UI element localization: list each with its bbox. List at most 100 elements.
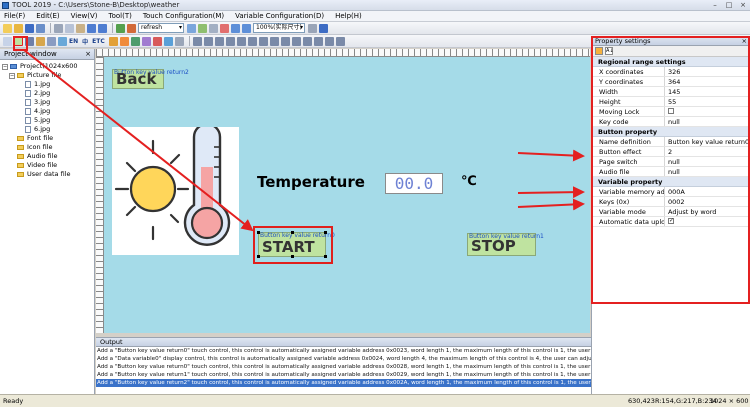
tree-item-picture[interactable]: 3.jpg — [0, 98, 94, 107]
align-top-icon[interactable] — [225, 36, 235, 46]
save-all-icon[interactable] — [36, 23, 45, 33]
rtc-icon[interactable] — [108, 36, 118, 46]
align-bottom-icon[interactable] — [247, 36, 257, 46]
tree-audio-folder[interactable]: Audio file — [0, 152, 94, 161]
lang-ch-button[interactable]: 中 — [82, 37, 88, 46]
tree-label: Video file — [27, 161, 58, 169]
redo-icon[interactable] — [98, 23, 107, 33]
tree-font-folder[interactable]: Font file — [0, 134, 94, 143]
select-arrow-icon[interactable] — [3, 36, 12, 46]
same-height-icon[interactable] — [269, 36, 279, 46]
slider-icon[interactable] — [36, 36, 45, 46]
refresh-select[interactable]: refresh — [138, 23, 184, 33]
bring-front-icon[interactable] — [313, 36, 323, 46]
image-file-icon — [25, 108, 31, 115]
menu-control-icon[interactable] — [47, 36, 56, 46]
save-icon[interactable] — [25, 23, 34, 33]
tree-picture-folder[interactable]: − Picture file — [0, 71, 94, 80]
copy-icon[interactable] — [65, 23, 74, 33]
tree-item-picture[interactable]: 1.jpg — [0, 80, 94, 89]
thermometer-image[interactable] — [112, 122, 239, 255]
tree-item-picture[interactable]: 4.jpg — [0, 107, 94, 116]
open-folder-icon[interactable] — [14, 23, 23, 33]
tree-item-picture[interactable]: 2.jpg — [0, 89, 94, 98]
tree-label: 5.jpg — [34, 116, 51, 124]
download-icon[interactable] — [127, 23, 136, 33]
preview-icon[interactable] — [319, 23, 328, 33]
stop-button-control[interactable]: Button key value return1 STOP — [467, 233, 544, 256]
status-bar: Ready 630,423 R:154,G:217,B:234 1024 × 6… — [0, 394, 750, 407]
tree-user-data-folder[interactable]: User data file — [0, 170, 94, 179]
window-title: TOOL 2019 - C:\Users\Stone-B\Desktop\wea… — [12, 1, 180, 9]
distribute-vertical-icon[interactable] — [302, 36, 312, 46]
tree-item-picture[interactable]: 6.jpg — [0, 125, 94, 134]
picture-import-icon[interactable] — [198, 23, 207, 33]
collapse-icon[interactable]: − — [9, 72, 15, 79]
clock-icon[interactable] — [174, 36, 184, 46]
back-button-control[interactable]: Button key value return2 Back — [112, 69, 189, 89]
text-input-icon[interactable] — [58, 36, 67, 46]
image-file-icon — [25, 81, 31, 88]
build-icon[interactable] — [116, 23, 125, 33]
zoom-in-icon[interactable] — [231, 23, 240, 33]
project-icon — [10, 64, 17, 69]
menu-touch-configuration[interactable]: Touch Configuration(M) — [143, 12, 224, 20]
new-file-icon[interactable] — [3, 23, 12, 33]
image-file-icon — [25, 99, 31, 106]
tree-label: 3.jpg — [34, 98, 51, 106]
collapse-icon[interactable]: − — [2, 63, 8, 70]
main-toolbar: refresh 100%(实际尺寸) — [0, 22, 750, 35]
image-icon[interactable] — [187, 23, 196, 33]
close-project-window-button[interactable]: × — [85, 49, 91, 60]
tree-project-root[interactable]: − Project(1024x600 — [0, 62, 94, 71]
etc-button[interactable]: ETC — [92, 38, 105, 45]
menu-view[interactable]: View(V) — [71, 12, 98, 20]
distribute-horizontal-icon[interactable] — [291, 36, 301, 46]
status-ready: Ready — [3, 397, 24, 405]
tree-label: Audio file — [27, 152, 58, 160]
same-size-icon[interactable] — [280, 36, 290, 46]
same-width-icon[interactable] — [258, 36, 268, 46]
fit-window-icon[interactable] — [308, 23, 317, 33]
align-middle-icon[interactable] — [236, 36, 246, 46]
text-display-icon[interactable] — [163, 36, 173, 46]
menu-tool[interactable]: Tool(T) — [109, 12, 132, 20]
align-left-icon[interactable] — [192, 36, 202, 46]
animation-icon[interactable] — [130, 36, 140, 46]
app-icon — [2, 1, 9, 9]
delete-icon[interactable] — [220, 23, 229, 33]
tree-video-folder[interactable]: Video file — [0, 161, 94, 170]
menu-help[interactable]: Help(H) — [335, 12, 362, 20]
paste-icon[interactable] — [76, 23, 85, 33]
title-bar: TOOL 2019 - C:\Users\Stone-B\Desktop\wea… — [0, 0, 750, 11]
cut-icon[interactable] — [54, 23, 63, 33]
menu-variable-configuration[interactable]: Variable Configuration(D) — [235, 12, 324, 20]
selection-highlight — [253, 226, 333, 264]
grid-icon[interactable] — [209, 23, 218, 33]
design-canvas[interactable]: Button key value return2 Back Temperatur… — [104, 57, 590, 333]
temperature-value-display[interactable]: 00.0 — [385, 173, 443, 194]
lock-icon[interactable] — [335, 36, 345, 46]
zoom-out-icon[interactable] — [242, 23, 251, 33]
maximize-button[interactable]: □ — [722, 1, 736, 9]
tree-icon-folder[interactable]: Icon file — [0, 143, 94, 152]
tree-item-picture[interactable]: 5.jpg — [0, 116, 94, 125]
minimize-button[interactable]: – — [708, 1, 722, 9]
toolbar-separator — [50, 23, 51, 33]
align-right-icon[interactable] — [214, 36, 224, 46]
icon-control-icon[interactable] — [119, 36, 129, 46]
undo-icon[interactable] — [87, 23, 96, 33]
close-window-button[interactable]: × — [736, 1, 750, 9]
align-center-icon[interactable] — [203, 36, 213, 46]
send-back-icon[interactable] — [324, 36, 334, 46]
lang-en-button[interactable]: EN — [69, 38, 78, 45]
image-file-icon — [25, 117, 31, 124]
folder-icon — [17, 136, 24, 141]
menu-edit[interactable]: Edit(E) — [36, 12, 59, 20]
zoom-select[interactable]: 100%(实际尺寸) — [253, 23, 305, 33]
tree-label: 4.jpg — [34, 107, 51, 115]
curve-icon[interactable] — [141, 36, 151, 46]
qr-code-icon[interactable] — [152, 36, 162, 46]
menu-file[interactable]: File(F) — [4, 12, 25, 20]
tree-label: Icon file — [27, 143, 53, 151]
